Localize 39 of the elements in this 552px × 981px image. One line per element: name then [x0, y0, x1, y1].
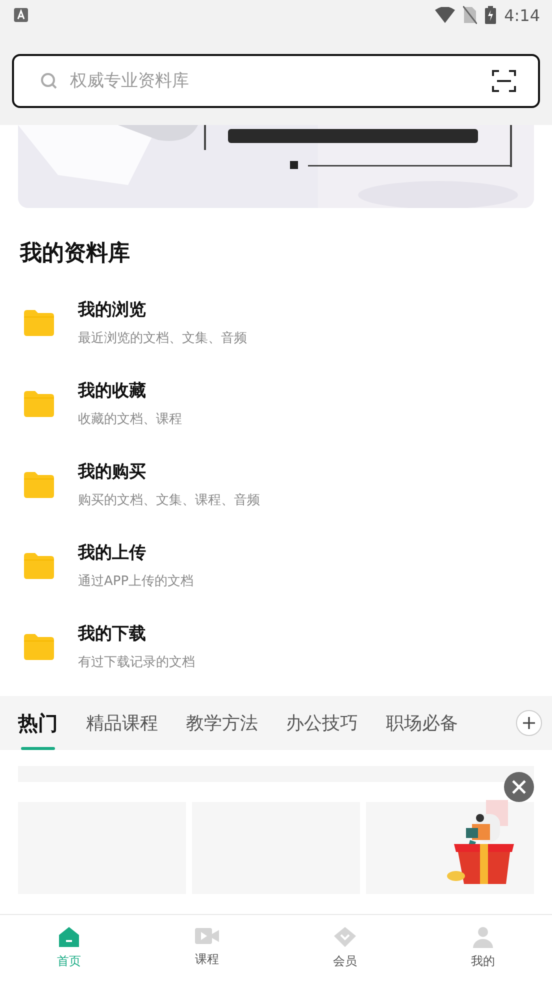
category-tab[interactable]: 办公技巧 — [286, 696, 358, 750]
keyboard-a-icon — [14, 8, 28, 22]
nav-tab[interactable]: 会员 — [276, 915, 414, 981]
library-item-subtitle: 收藏的文档、课程 — [78, 411, 182, 428]
no-sim-icon — [463, 6, 478, 24]
folder-icon — [24, 472, 54, 498]
folder-icon — [24, 634, 54, 660]
person-icon — [472, 925, 494, 949]
scan-icon[interactable] — [492, 69, 516, 93]
library-item-title[interactable]: 我的上传 — [78, 541, 194, 564]
search-bar[interactable]: 权威专业资料库 — [12, 54, 540, 108]
status-time: 4:14 — [504, 6, 540, 24]
wifi-icon — [435, 7, 456, 23]
section-title: 我的资料库 — [20, 240, 131, 268]
search-icon — [40, 72, 58, 90]
add-button[interactable] — [516, 710, 542, 736]
folder-icon — [24, 552, 54, 578]
folder-icon — [24, 390, 54, 416]
folder-icon — [24, 310, 54, 336]
diamond-icon — [333, 925, 357, 949]
search-field[interactable]: 权威专业资料库 — [68, 70, 482, 92]
library-item-title[interactable]: 我的浏览 — [78, 298, 247, 321]
library-item-title[interactable]: 我的下载 — [78, 622, 195, 645]
close-icon — [512, 780, 526, 794]
video-camera-icon — [194, 925, 220, 947]
library-item-subtitle: 有过下载记录的文档 — [78, 654, 195, 671]
nav-tab[interactable]: 课程 — [138, 915, 276, 981]
library-item-subtitle: 购买的文档、文集、课程、音频 — [78, 492, 260, 509]
category-tab[interactable]: 精品课程 — [86, 696, 158, 750]
home-icon — [57, 925, 81, 949]
category-tab[interactable]: 教学方法 — [186, 696, 258, 750]
battery-charging-icon — [485, 6, 496, 24]
library-item-subtitle: 通过APP上传的文档 — [78, 573, 194, 590]
library-item-title[interactable]: 我的购买 — [78, 460, 260, 483]
nav-tab[interactable]: 我的 — [414, 915, 552, 981]
library-item-title[interactable]: 我的收藏 — [78, 379, 182, 402]
category-tab[interactable]: 职场必备 — [386, 696, 458, 750]
plus-icon — [522, 716, 536, 730]
library-item-subtitle: 最近浏览的文档、文集、音频 — [78, 330, 247, 347]
